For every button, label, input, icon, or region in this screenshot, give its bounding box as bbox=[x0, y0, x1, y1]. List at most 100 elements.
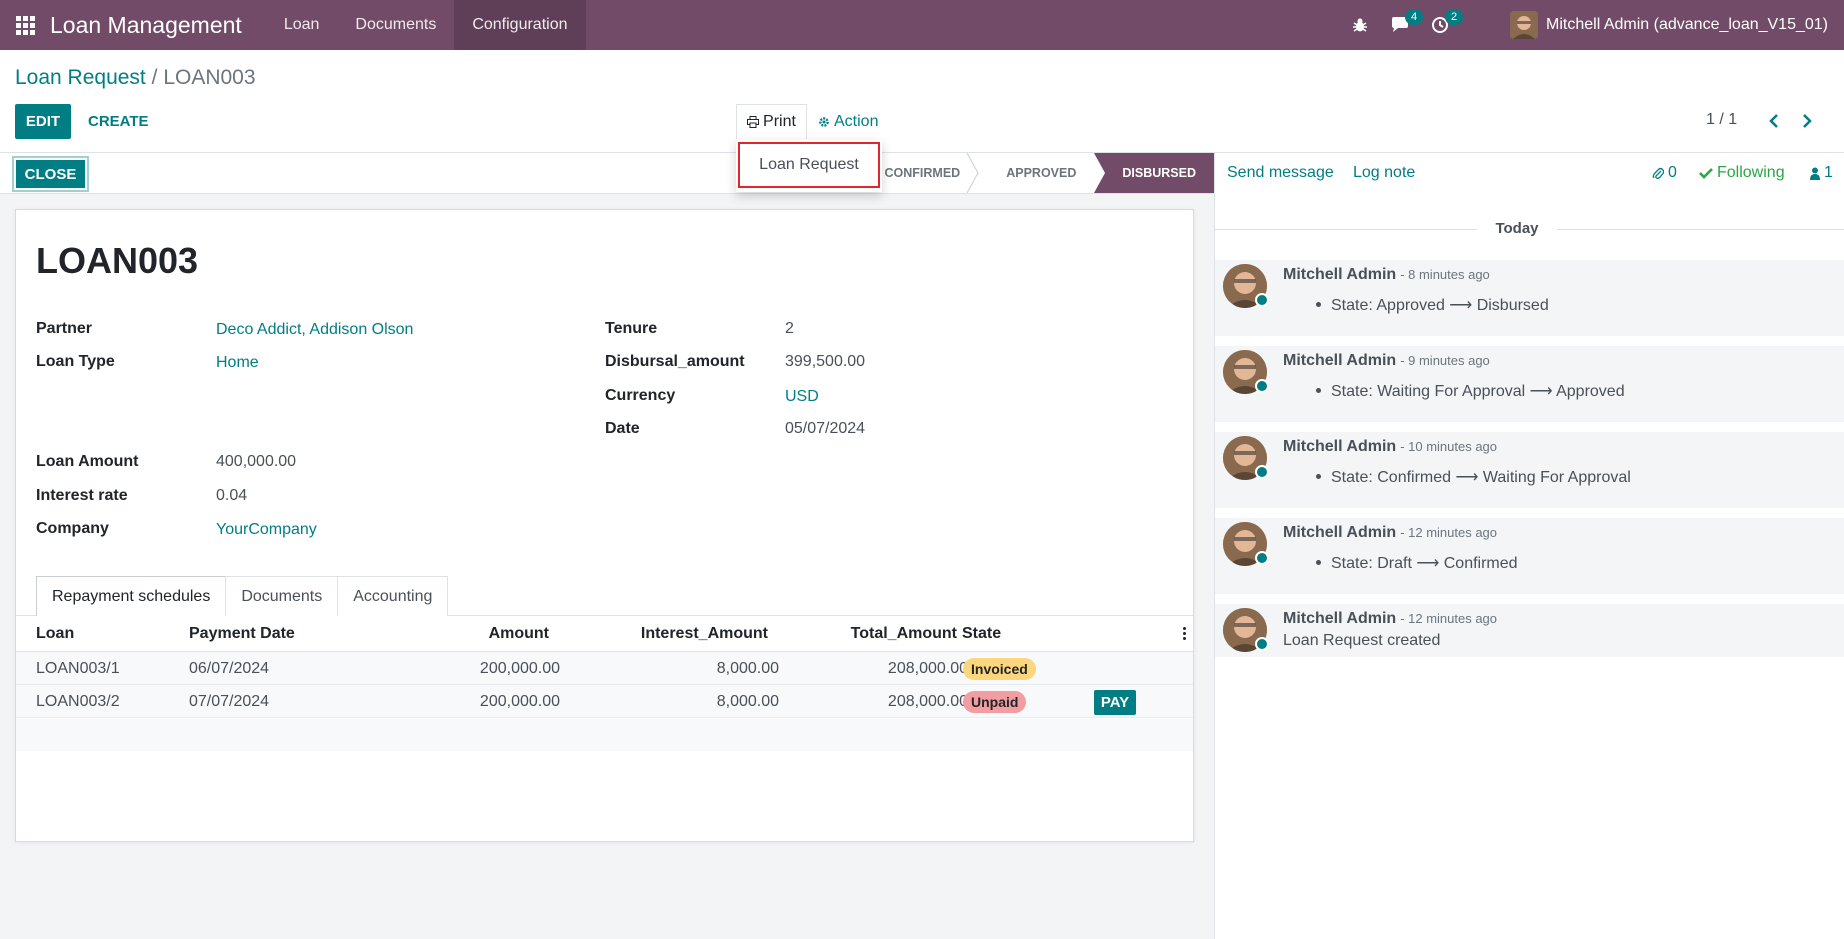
attachments-button[interactable]: 0 bbox=[1652, 164, 1677, 182]
breadcrumb-separator: / bbox=[151, 66, 158, 89]
row-date: 07/07/2024 bbox=[189, 693, 270, 710]
table-row[interactable]: LOAN003/2 07/07/2024 200,000.00 8,000.00… bbox=[16, 685, 1193, 718]
row-amount: 200,000.00 bbox=[479, 660, 560, 677]
message-body: Loan Request created bbox=[1283, 632, 1441, 649]
row-loan: LOAN003/1 bbox=[36, 660, 120, 677]
tab-repayment-schedules[interactable]: Repayment schedules bbox=[36, 576, 227, 616]
pay-button[interactable]: PAY bbox=[1094, 690, 1136, 715]
user-icon bbox=[1810, 167, 1820, 180]
action-label: Action bbox=[834, 112, 879, 130]
user-menu[interactable]: Mitchell Admin (advance_loan_V15_01) bbox=[1510, 11, 1828, 39]
followers-count: 1 bbox=[1824, 164, 1833, 181]
message-body: State: Confirmed ⟶ Waiting For Approval bbox=[1316, 469, 1631, 486]
interest-rate-label: Interest rate bbox=[36, 487, 128, 504]
stage-confirmed-label: CONFIRMED bbox=[884, 166, 961, 180]
print-icon bbox=[747, 116, 760, 128]
company-value[interactable]: YourCompany bbox=[216, 521, 317, 539]
action-button[interactable]: Action bbox=[818, 104, 878, 139]
message-time: - 8 minutes ago bbox=[1400, 267, 1490, 282]
chatter-message: Mitchell Admin - 10 minutes ago State: Co… bbox=[1215, 432, 1844, 508]
optional-columns-icon[interactable] bbox=[1183, 627, 1187, 642]
message-body: State: Waiting For Approval ⟶ Approved bbox=[1316, 383, 1625, 400]
chatter-message: Mitchell Admin - 12 minutes ago Loan Requ… bbox=[1215, 604, 1844, 657]
col-payment-date[interactable]: Payment Date bbox=[189, 625, 295, 643]
tab-documents[interactable]: Documents bbox=[225, 576, 339, 616]
edit-button[interactable]: EDIT bbox=[15, 104, 71, 139]
chatter: Send message Log note 0 Following 1 Toda… bbox=[1214, 153, 1844, 939]
stage-disbursed-label: DISBURSED bbox=[1122, 166, 1196, 180]
table-header: Loan Payment Date Amount Interest_Amount… bbox=[16, 616, 1193, 652]
stage-approved[interactable]: APPROVED bbox=[978, 153, 1094, 193]
disbursal-amount-label: Disbursal_amount bbox=[605, 353, 745, 370]
print-button[interactable]: Print bbox=[736, 104, 807, 139]
print-label: Print bbox=[763, 113, 796, 130]
menu-loan[interactable]: Loan bbox=[266, 0, 338, 50]
online-status-icon bbox=[1255, 293, 1269, 307]
following-label: Following bbox=[1717, 164, 1785, 181]
apps-menu-icon[interactable] bbox=[0, 0, 50, 50]
chatter-topbar: Send message Log note 0 Following 1 bbox=[1215, 153, 1844, 194]
attachments-count: 0 bbox=[1668, 164, 1677, 181]
form-sheet: LOAN003 Partner Deco Addict, Addison Ols… bbox=[15, 209, 1194, 842]
loan-amount-value: 400,000.00 bbox=[216, 453, 297, 470]
chat-badge: 4 bbox=[1405, 9, 1424, 25]
message-body: State: Approved ⟶ Disbursed bbox=[1316, 297, 1549, 314]
col-state[interactable]: State bbox=[962, 625, 1001, 643]
chatter-message: Mitchell Admin - 9 minutes ago State: Wai… bbox=[1215, 346, 1844, 422]
pager-value[interactable]: 1 / 1 bbox=[1706, 111, 1737, 129]
row-date: 06/07/2024 bbox=[189, 660, 270, 677]
currency-value[interactable]: USD bbox=[785, 388, 819, 406]
col-total-amount[interactable]: Total_Amount bbox=[796, 625, 957, 643]
stage-pipeline: CONFIRMED APPROVED DISBURSED bbox=[857, 153, 1214, 193]
col-loan[interactable]: Loan bbox=[36, 625, 74, 643]
record-title: LOAN003 bbox=[36, 240, 199, 281]
chevron-left-icon[interactable] bbox=[1763, 108, 1785, 134]
message-time: - 12 minutes ago bbox=[1400, 525, 1498, 540]
tab-accounting[interactable]: Accounting bbox=[337, 576, 449, 616]
tenure-value: 2 bbox=[785, 320, 794, 337]
debug-bug-icon[interactable] bbox=[1345, 0, 1375, 50]
create-button[interactable]: CREATE bbox=[88, 104, 149, 139]
menu-documents[interactable]: Documents bbox=[337, 0, 454, 50]
chat-icon[interactable]: 4 bbox=[1385, 0, 1424, 50]
following-button[interactable]: Following bbox=[1699, 164, 1785, 182]
tenure-label: Tenure bbox=[605, 320, 658, 337]
app-title[interactable]: Loan Management bbox=[50, 12, 242, 39]
message-author: Mitchell Admin - 10 minutes ago bbox=[1283, 438, 1498, 455]
log-note-button[interactable]: Log note bbox=[1353, 164, 1415, 182]
breadcrumb-parent[interactable]: Loan Request bbox=[15, 66, 146, 89]
status-badge: Unpaid bbox=[963, 691, 1027, 713]
top-navbar: Loan Management Loan Documents Configura… bbox=[0, 0, 1844, 50]
partner-label: Partner bbox=[36, 320, 93, 337]
activity-clock-icon[interactable]: 2 bbox=[1425, 0, 1464, 50]
table-empty-row bbox=[16, 719, 1193, 751]
chevron-right-icon[interactable] bbox=[1796, 108, 1818, 134]
interest-rate-value: 0.04 bbox=[216, 487, 248, 504]
send-message-button[interactable]: Send message bbox=[1227, 164, 1334, 182]
loan-type-value[interactable]: Home bbox=[216, 354, 259, 372]
breadcrumb-current: LOAN003 bbox=[163, 66, 256, 89]
activity-badge: 2 bbox=[1445, 9, 1464, 25]
row-loan: LOAN003/2 bbox=[36, 693, 120, 710]
col-amount[interactable]: Amount bbox=[416, 625, 549, 643]
chatter-message: Mitchell Admin - 12 minutes ago State: Dr… bbox=[1215, 518, 1844, 594]
status-bar: CLOSE CONFIRMED APPROVED DISBURSED bbox=[0, 153, 1214, 194]
stage-disbursed[interactable]: DISBURSED bbox=[1094, 153, 1214, 193]
partner-value[interactable]: Deco Addict, Addison Olson bbox=[216, 321, 413, 339]
online-status-icon bbox=[1255, 379, 1269, 393]
close-button[interactable]: CLOSE bbox=[12, 156, 89, 192]
print-loan-request-item[interactable]: Loan Request bbox=[738, 142, 880, 188]
online-status-icon bbox=[1255, 637, 1269, 651]
col-interest-amount[interactable]: Interest_Amount bbox=[576, 625, 768, 643]
loan-amount-label: Loan Amount bbox=[36, 453, 139, 470]
date-label: Date bbox=[605, 420, 640, 437]
message-author: Mitchell Admin - 9 minutes ago bbox=[1283, 352, 1490, 369]
menu-configuration[interactable]: Configuration bbox=[454, 0, 586, 50]
table-row[interactable]: LOAN003/1 06/07/2024 200,000.00 8,000.00… bbox=[16, 652, 1193, 685]
followers-button[interactable]: 1 bbox=[1810, 164, 1833, 182]
user-name: Mitchell Admin (advance_loan_V15_01) bbox=[1546, 16, 1828, 33]
status-badge: Invoiced bbox=[963, 658, 1036, 680]
message-author: Mitchell Admin - 8 minutes ago bbox=[1283, 266, 1490, 283]
breadcrumb: Loan Request / LOAN003 bbox=[15, 66, 256, 90]
company-label: Company bbox=[36, 520, 109, 537]
